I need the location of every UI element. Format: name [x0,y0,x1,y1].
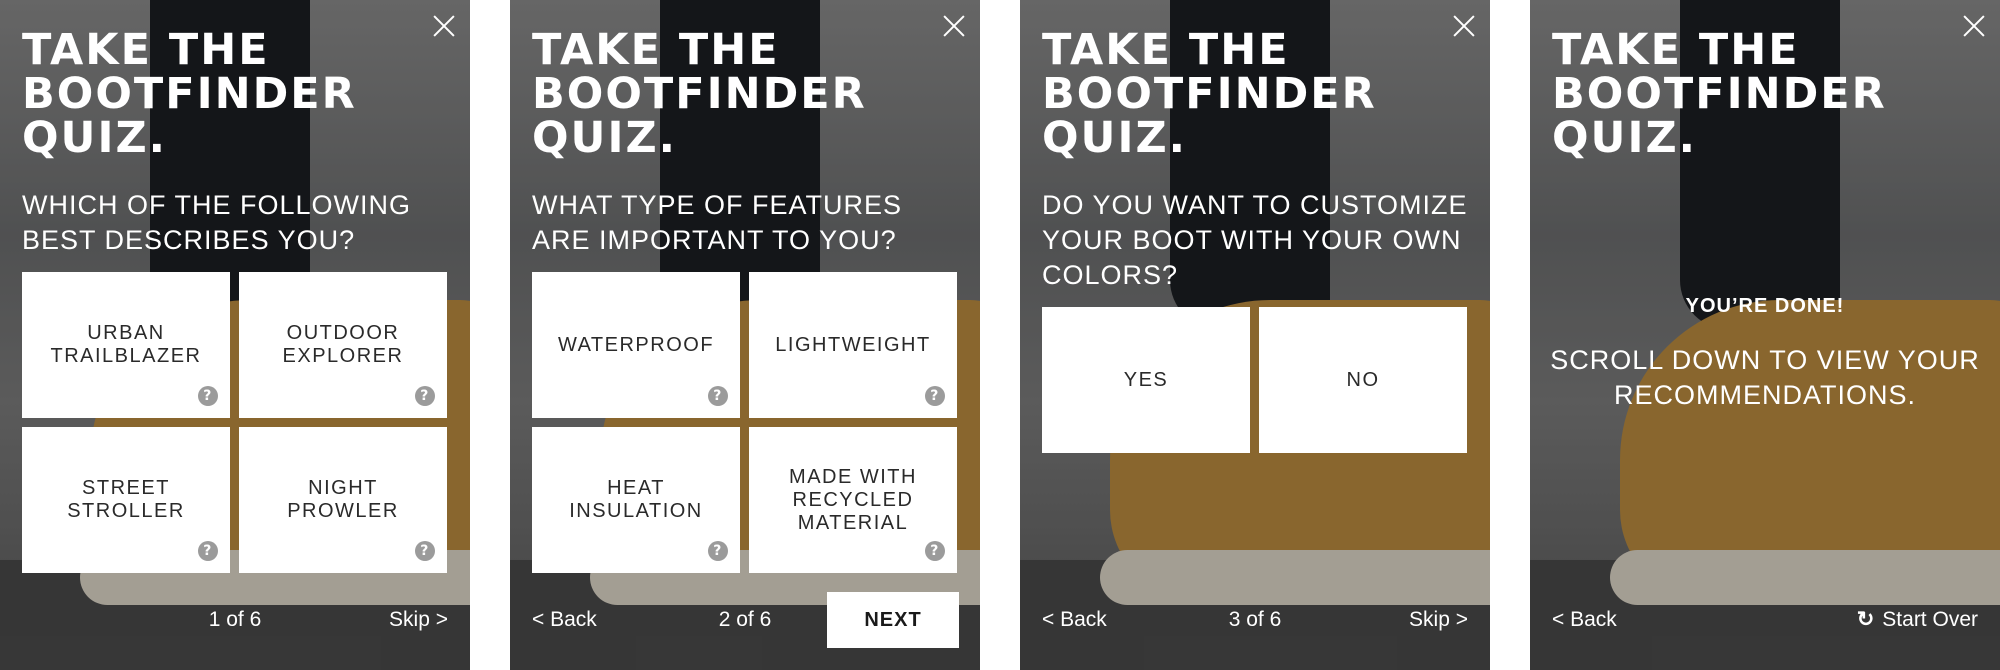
quiz-panel-3: TAKE THE BOOTFINDER QUIZ. DO YOU WANT TO… [1020,0,1490,670]
start-over-button[interactable]: ↻ Start Over [1857,607,1978,632]
quiz-panel-2: TAKE THE BOOTFINDER QUIZ. WHAT TYPE OF F… [510,0,980,670]
option-label: URBAN TRAILBLAZER [50,322,202,367]
skip-link[interactable]: Skip > [1409,608,1468,632]
question-text: DO YOU WANT TO CUSTOMIZE YOUR BOOT WITH … [1042,190,1468,290]
option-label: NO [1346,368,1380,391]
refresh-icon: ↻ [1856,608,1875,631]
option-heat-insulation[interactable]: HEAT INSULATION ? [532,427,740,573]
done-message: SCROLL DOWN TO VIEW YOUR RECOMMENDATIONS… [1550,345,1980,410]
question-text: WHICH OF THE FOLLOWING BEST DESCRIBES YO… [22,190,412,255]
option-label: WATERPROOF [557,333,715,356]
option-label: HEAT INSULATION [569,477,703,522]
question-mark-icon[interactable]: ? [415,541,435,561]
option-urban-trailblazer[interactable]: URBAN TRAILBLAZER ? [22,272,230,418]
quiz-title: TAKE THE BOOTFINDER QUIZ. [22,25,357,163]
option-label: LIGHTWEIGHT [775,333,931,356]
back-link[interactable]: < Back [1552,608,1617,632]
question-mark-icon[interactable]: ? [198,386,218,406]
question-mark-icon[interactable]: ? [415,386,435,406]
option-label: YES [1123,368,1169,391]
quiz-title: TAKE THE BOOTFINDER QUIZ. [1552,25,1887,163]
quiz-title: TAKE THE BOOTFINDER QUIZ. [532,25,867,163]
question-text: WHAT TYPE OF FEATURES ARE IMPORTANT TO Y… [532,190,903,255]
quiz-panel-1: TAKE THE BOOTFINDER QUIZ. WHICH OF THE F… [0,0,470,670]
done-heading: YOU’RE DONE! [1685,295,1845,317]
next-button[interactable]: NEXT [827,592,959,648]
question-mark-icon[interactable]: ? [925,541,945,561]
option-label: OUTDOOR EXPLORER [282,322,404,367]
option-recycled-material[interactable]: MADE WITH RECYCLED MATERIAL ? [749,427,957,573]
skip-link[interactable]: Skip > [389,608,448,632]
option-label: NIGHT PROWLER [287,477,399,522]
option-night-prowler[interactable]: NIGHT PROWLER ? [239,427,447,573]
option-street-stroller[interactable]: STREET STROLLER ? [22,427,230,573]
option-lightweight[interactable]: LIGHTWEIGHT ? [749,272,957,418]
question-mark-icon[interactable]: ? [925,386,945,406]
question-mark-icon[interactable]: ? [708,386,728,406]
option-no[interactable]: NO [1259,307,1467,453]
quiz-panel-4: TAKE THE BOOTFINDER QUIZ. YOU’RE DONE! S… [1530,0,2000,670]
option-label: MADE WITH RECYCLED MATERIAL [789,465,917,534]
start-over-label: Start Over [1882,608,1978,631]
option-yes[interactable]: YES [1042,307,1250,453]
question-mark-icon[interactable]: ? [198,541,218,561]
option-label: STREET STROLLER [67,477,185,522]
question-mark-icon[interactable]: ? [708,541,728,561]
option-outdoor-explorer[interactable]: OUTDOOR EXPLORER ? [239,272,447,418]
option-waterproof[interactable]: WATERPROOF ? [532,272,740,418]
quiz-title: TAKE THE BOOTFINDER QUIZ. [1042,25,1377,163]
